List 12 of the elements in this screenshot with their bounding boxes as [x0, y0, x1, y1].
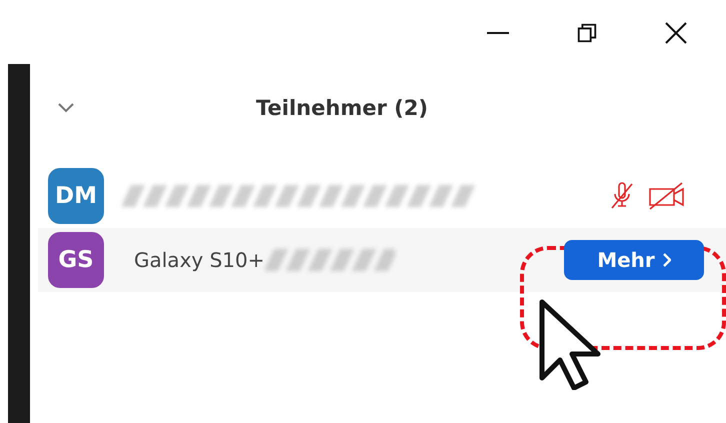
close-icon[interactable]	[664, 21, 688, 45]
panel-title: Teilnehmer (2)	[256, 96, 428, 120]
participant-name: Galaxy S10+	[134, 248, 264, 272]
avatar: GS	[48, 232, 104, 288]
restore-icon[interactable]	[576, 22, 598, 44]
cursor-icon	[538, 298, 602, 390]
chevron-icon[interactable]	[58, 103, 74, 113]
more-button[interactable]: Mehr	[564, 240, 704, 280]
chevron-right-icon	[662, 253, 671, 267]
participant-row[interactable]: DM	[38, 164, 726, 228]
participant-row[interactable]: GS Galaxy S10+ Mehr	[38, 228, 726, 292]
avatar: DM	[48, 168, 104, 224]
